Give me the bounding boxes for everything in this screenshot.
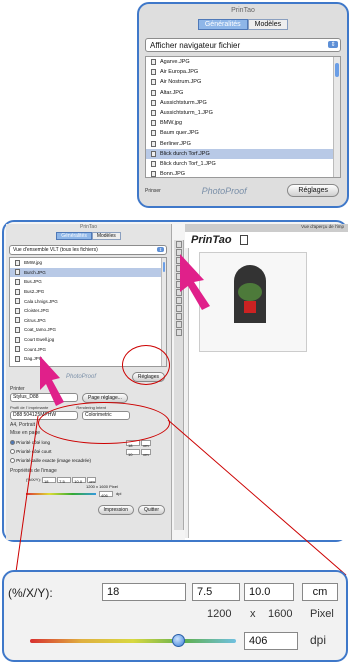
zoom-x-input[interactable]: 7.5	[192, 583, 240, 601]
zoom-times: x	[250, 608, 256, 620]
zoom-width: 1200	[207, 608, 232, 620]
slider-knob[interactable]	[172, 634, 186, 647]
zoom-dpi-input[interactable]: 406	[244, 632, 298, 650]
zoom-y-input[interactable]: 10.0	[244, 583, 294, 601]
zoom-pixel-label: Pixel	[310, 608, 334, 620]
zoom-row-label: (%/X/Y):	[8, 586, 53, 600]
zoom-height: 1600	[268, 608, 293, 620]
zoom-dpi-unit: dpi	[310, 633, 327, 647]
collage-root: PrinTao Généralités Modèles Afficher nav…	[0, 0, 351, 664]
dpi-slider[interactable]	[30, 634, 236, 647]
zoom-connector-lines	[15, 415, 347, 576]
zoomed-image-properties: (%/X/Y): 18 7.5 10.0 cm 1200 x 1600 Pixe…	[2, 570, 348, 662]
zoom-percent-input[interactable]: 18	[102, 583, 186, 601]
zoom-unit-field: cm	[302, 583, 338, 601]
